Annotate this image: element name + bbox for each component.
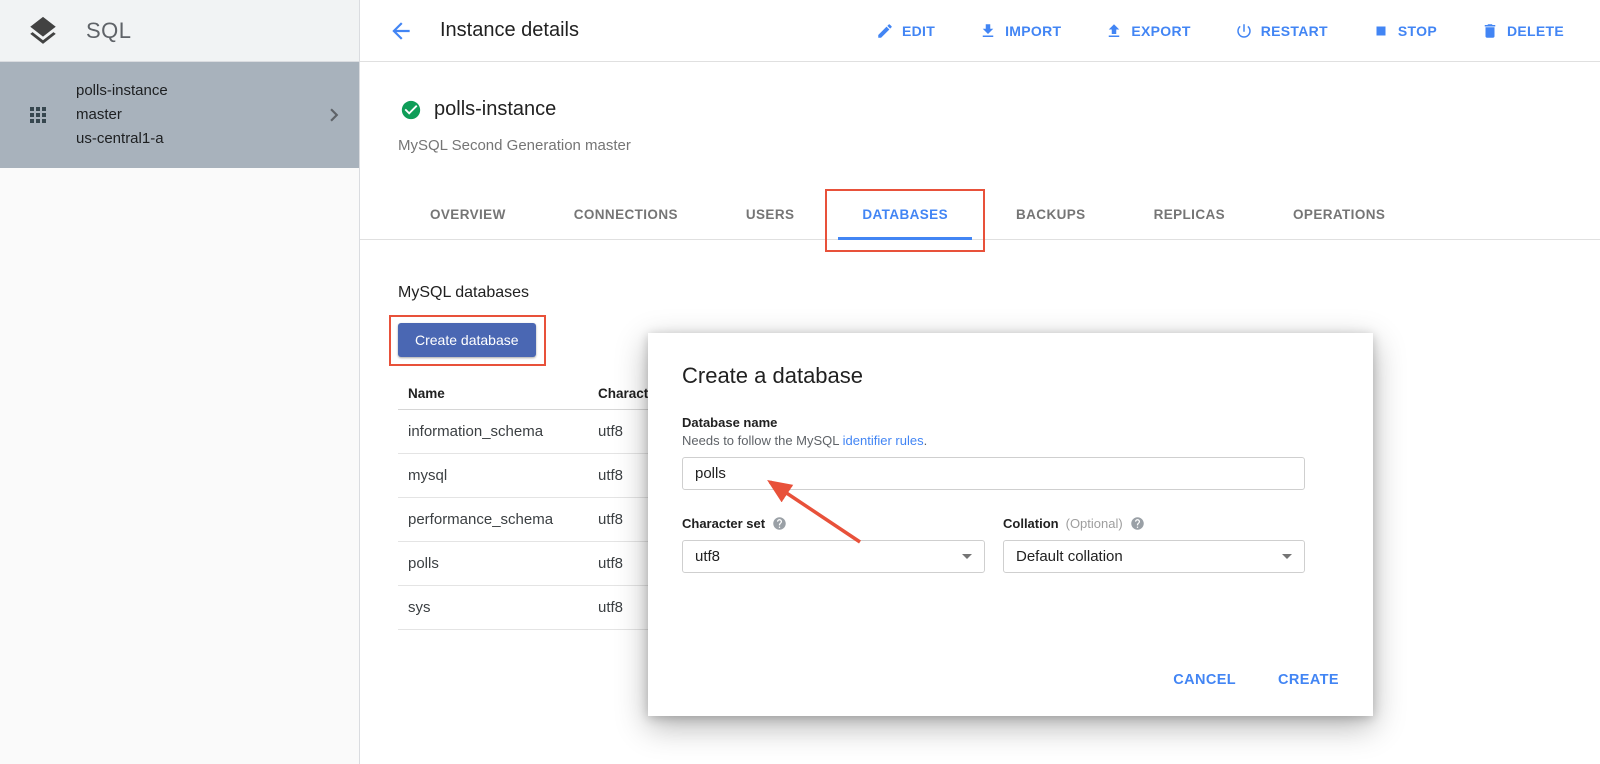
edit-button[interactable]: EDIT [876, 22, 935, 40]
db-name-cell: mysql [398, 467, 598, 484]
export-icon [1105, 22, 1123, 40]
collation-value: Default collation [1016, 548, 1123, 565]
db-name-cell: polls [398, 555, 598, 572]
restart-button-label: RESTART [1261, 23, 1328, 39]
character-set-value: utf8 [695, 548, 720, 565]
dialog-title: Create a database [682, 363, 1339, 389]
db-name-cell: performance_schema [398, 511, 598, 528]
status-check-icon [400, 99, 422, 121]
instance-role: master [76, 103, 168, 127]
dialog-body: Create a database Database name Needs to… [648, 333, 1373, 716]
character-set-label-row: Character set [682, 516, 1003, 531]
instance-name: polls-instance [76, 79, 168, 103]
collation-optional-note: (Optional) [1066, 516, 1123, 531]
help-suffix: . [924, 433, 928, 448]
database-name-help: Needs to follow the MySQL identifier rul… [682, 433, 1339, 448]
character-set-field: Character set utf8 [682, 516, 1003, 573]
tab-bar: OVERVIEW CONNECTIONS USERS DATABASES BAC… [360, 190, 1600, 240]
sidebar-item-polls-instance[interactable]: polls-instance master us-central1-a [0, 62, 359, 168]
tab-replicas[interactable]: REPLICAS [1130, 190, 1249, 239]
instance-sidebar: polls-instance master us-central1-a [0, 62, 360, 764]
dialog-buttons: CANCEL CREATE [1173, 672, 1339, 688]
export-button[interactable]: EXPORT [1105, 22, 1190, 40]
charset-collation-row: Character set utf8 Collation (Optional) [682, 516, 1339, 573]
restart-icon [1235, 22, 1253, 40]
help-icon[interactable] [772, 516, 787, 531]
db-name-cell: sys [398, 599, 598, 616]
instance-header-bar: Instance details EDIT IMPORT EXPORT REST… [360, 0, 1600, 62]
instance-summary: polls-instance master us-central1-a [76, 79, 168, 151]
tab-connections[interactable]: CONNECTIONS [550, 190, 702, 239]
collation-label-row: Collation (Optional) [1003, 516, 1305, 531]
collation-dropdown[interactable]: Default collation [1003, 540, 1305, 573]
help-prefix: Needs to follow the MySQL [682, 433, 843, 448]
collation-label: Collation [1003, 516, 1059, 531]
character-set-label: Character set [682, 516, 765, 531]
product-logo-area: SQL [0, 0, 360, 62]
back-arrow-icon[interactable] [388, 18, 414, 44]
dropdown-caret-icon [962, 554, 972, 559]
stop-icon [1372, 22, 1390, 40]
create-database-button-wrap: Create database [398, 323, 536, 357]
tab-databases[interactable]: DATABASES [838, 190, 972, 239]
export-button-label: EXPORT [1131, 23, 1190, 39]
page-title: Instance details [440, 19, 579, 42]
cloud-sql-logo-icon [26, 14, 60, 48]
delete-button[interactable]: DELETE [1481, 22, 1564, 40]
import-button-label: IMPORT [1005, 23, 1061, 39]
tab-users[interactable]: USERS [722, 190, 819, 239]
identifier-rules-link[interactable]: identifier rules [843, 433, 924, 448]
trash-icon [1481, 22, 1499, 40]
pencil-icon [876, 22, 894, 40]
edit-button-label: EDIT [902, 23, 935, 39]
restart-button[interactable]: RESTART [1235, 22, 1328, 40]
app-name: SQL [86, 18, 132, 44]
stop-button[interactable]: STOP [1372, 22, 1437, 40]
tab-operations[interactable]: OPERATIONS [1269, 190, 1409, 239]
chevron-right-icon[interactable] [321, 102, 347, 128]
instance-header: polls-instance [400, 98, 556, 121]
db-name-cell: information_schema [398, 423, 598, 440]
instance-title: polls-instance [434, 98, 556, 121]
stop-button-label: STOP [1398, 23, 1437, 39]
instance-grid-icon [26, 103, 50, 127]
database-name-label: Database name [682, 415, 1339, 430]
instance-subtitle: MySQL Second Generation master [398, 137, 631, 154]
help-icon[interactable] [1130, 516, 1145, 531]
create-button-dialog[interactable]: CREATE [1278, 672, 1339, 688]
database-name-input[interactable] [682, 457, 1305, 490]
tab-backups[interactable]: BACKUPS [992, 190, 1110, 239]
cancel-button[interactable]: CANCEL [1173, 672, 1236, 688]
collation-field: Collation (Optional) Default collation [1003, 516, 1305, 573]
delete-button-label: DELETE [1507, 23, 1564, 39]
import-button[interactable]: IMPORT [979, 22, 1061, 40]
top-bar: SQL Instance details EDIT IMPORT EXPORT … [0, 0, 1600, 62]
import-icon [979, 22, 997, 40]
create-database-button[interactable]: Create database [398, 323, 536, 357]
column-header-name: Name [398, 386, 598, 401]
instance-zone: us-central1-a [76, 127, 168, 151]
character-set-dropdown[interactable]: utf8 [682, 540, 985, 573]
header-actions: EDIT IMPORT EXPORT RESTART STOP DELETE [876, 22, 1564, 40]
tab-overview[interactable]: OVERVIEW [406, 190, 530, 239]
create-database-dialog: Create a database Database name Needs to… [648, 333, 1373, 716]
dropdown-caret-icon [1282, 554, 1292, 559]
section-title: MySQL databases [398, 284, 529, 302]
